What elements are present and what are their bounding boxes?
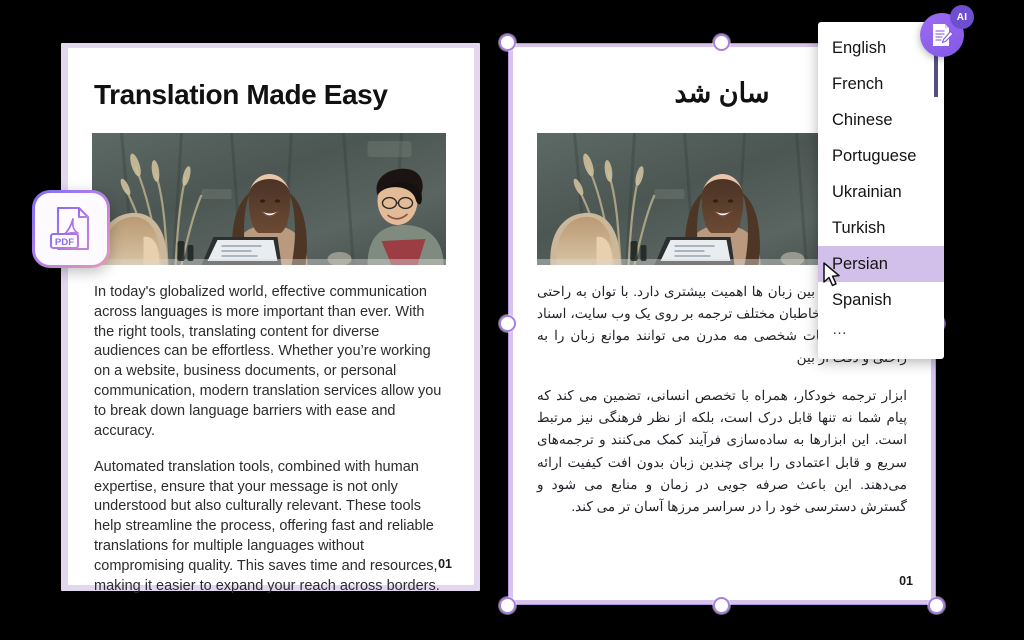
- resize-handle-top-left[interactable]: [499, 34, 516, 51]
- menu-item-more[interactable]: …: [818, 318, 944, 348]
- ai-badge-shadow: [934, 51, 938, 97]
- mouse-pointer: [822, 262, 842, 293]
- menu-item-chinese[interactable]: Chinese: [818, 102, 944, 138]
- language-selector-menu[interactable]: English French Chinese Portuguese Ukrain…: [818, 22, 944, 359]
- resize-handle-bottom-right[interactable]: [928, 597, 945, 614]
- page-number: 01: [438, 557, 452, 571]
- pdf-file-icon: PDF: [35, 193, 107, 265]
- menu-item-turkish[interactable]: Turkish: [818, 210, 944, 246]
- body-paragraph-2: Automated translation tools, combined wi…: [94, 458, 440, 594]
- menu-item-ukrainian[interactable]: Ukrainian: [818, 174, 944, 210]
- ai-translate-badge[interactable]: AI: [920, 5, 974, 97]
- svg-text:PDF: PDF: [55, 237, 74, 248]
- pdf-file-badge[interactable]: PDF: [32, 190, 110, 268]
- ai-label-chip: AI: [950, 5, 974, 29]
- resize-handle-bottom-center[interactable]: [713, 597, 730, 614]
- hero-photo-image: [92, 132, 446, 265]
- page-number-translated: 01: [899, 574, 913, 588]
- menu-item-french[interactable]: French: [818, 66, 944, 102]
- menu-item-portuguese[interactable]: Portuguese: [818, 138, 944, 174]
- resize-handle-bottom-left[interactable]: [499, 597, 516, 614]
- body-paragraph-translated-2: ابزار ترجمه خودکار، همراه با تخصص انسانی…: [537, 388, 907, 514]
- resize-handle-middle-left[interactable]: [499, 315, 516, 332]
- source-document-page[interactable]: Translation Made Easy In today's globali…: [61, 43, 480, 594]
- source-page-canvas[interactable]: Translation Made Easy In today's globali…: [68, 48, 474, 594]
- resize-handle-top-center[interactable]: [713, 34, 730, 51]
- page-title: Translation Made Easy: [94, 79, 388, 110]
- body-paragraph-1: In today's globalized world, effective c…: [94, 283, 442, 439]
- screenshot-stage: Translation Made Easy In today's globali…: [0, 0, 1024, 640]
- hero-photo: [92, 132, 446, 265]
